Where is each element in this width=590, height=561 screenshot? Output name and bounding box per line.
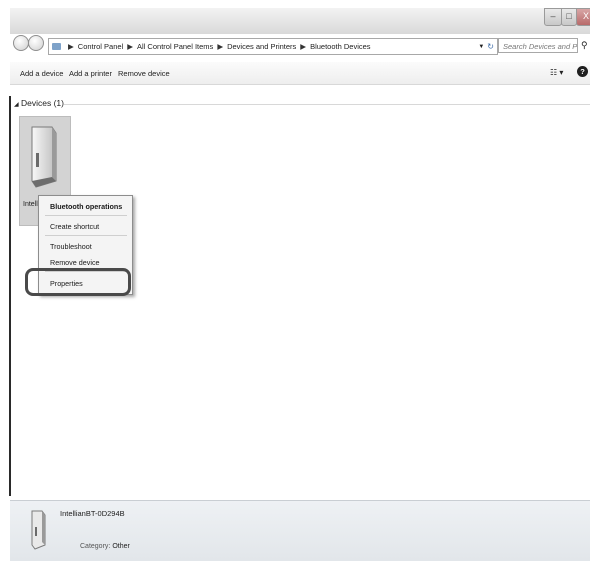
close-button[interactable]: X: [576, 8, 590, 26]
chevron-right-icon: ▶: [68, 42, 74, 51]
view-options-icon[interactable]: ☷ ▾: [550, 68, 563, 77]
menu-item-create-shortcut[interactable]: Create shortcut: [50, 222, 99, 231]
menu-separator: [45, 235, 127, 236]
menu-item-bluetooth-operations[interactable]: Bluetooth operations: [50, 202, 122, 211]
remove-device-button[interactable]: Remove device: [118, 69, 170, 78]
collapse-icon[interactable]: ◢: [14, 102, 19, 108]
search-input[interactable]: Search Devices and Printers: [498, 38, 578, 53]
chevron-right-icon: ▶: [217, 42, 224, 51]
add-device-button[interactable]: Add a device: [20, 69, 63, 78]
breadcrumb-devices-printers[interactable]: Devices and Printers: [227, 42, 296, 51]
group-label: Devices (1): [21, 98, 64, 108]
command-toolbar: Add a device Add a printer Remove device…: [10, 62, 590, 85]
menu-item-remove-device[interactable]: Remove device: [50, 258, 100, 267]
maximize-button[interactable]: □: [561, 8, 577, 26]
breadcrumb-bluetooth-devices[interactable]: Bluetooth Devices: [310, 42, 370, 51]
breadcrumb-control-panel[interactable]: Control Panel: [78, 42, 123, 51]
folder-icon: [52, 43, 61, 50]
chevron-right-icon: ▶: [127, 42, 134, 51]
minimize-button[interactable]: –: [544, 8, 562, 26]
group-divider: [64, 104, 590, 105]
window-titlebar: – □ X: [10, 8, 590, 34]
address-dropdown-icon[interactable]: ▼: [478, 44, 484, 50]
menu-item-troubleshoot[interactable]: Troubleshoot: [50, 242, 92, 251]
refresh-icon[interactable]: ↻: [487, 42, 494, 51]
help-icon[interactable]: ?: [577, 66, 588, 77]
address-bar[interactable]: ▶ Control Panel ▶ All Control Panel Item…: [48, 38, 498, 55]
add-printer-button[interactable]: Add a printer: [69, 69, 112, 78]
bluetooth-device-icon: [31, 126, 57, 188]
breadcrumb-all-items[interactable]: All Control Panel Items: [137, 42, 213, 51]
forward-button[interactable]: [28, 35, 44, 51]
device-name: IntellianBT-0D294B: [60, 509, 125, 518]
device-category: Category: Other: [80, 543, 130, 550]
properties-highlight-outline: [25, 268, 131, 296]
search-icon[interactable]: ⚲: [581, 40, 588, 51]
device-thumbnail-icon: [31, 510, 46, 550]
menu-separator: [45, 215, 127, 216]
chevron-right-icon: ▶: [300, 42, 307, 51]
group-header[interactable]: ◢ Devices (1): [14, 98, 64, 108]
left-edge-line: [9, 96, 11, 496]
device-label: Intell: [23, 201, 38, 208]
details-pane: IntellianBT-0D294B Category: Other: [10, 500, 590, 561]
back-button[interactable]: [13, 35, 29, 51]
